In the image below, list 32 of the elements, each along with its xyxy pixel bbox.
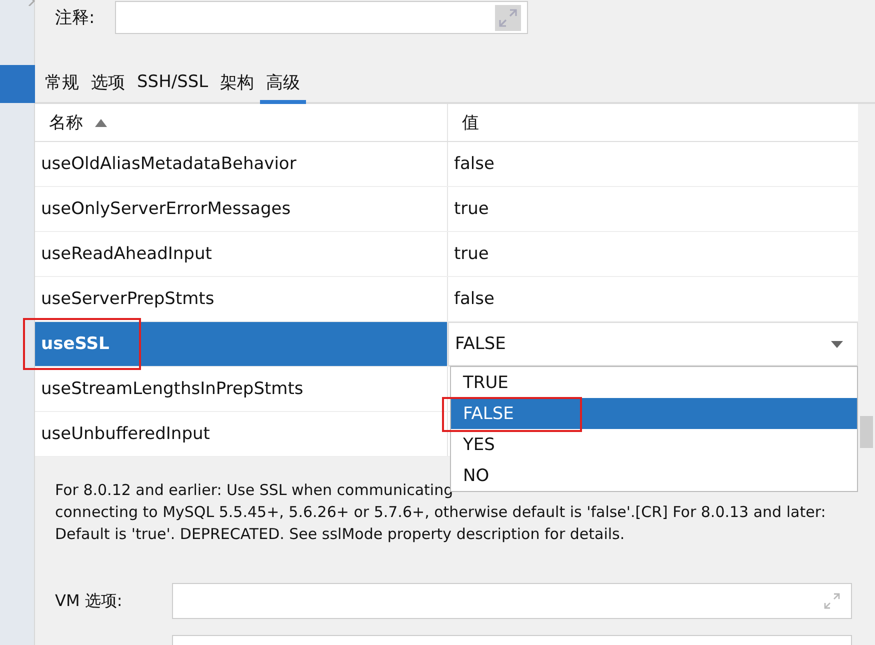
vm-options-label: VM 选项: <box>54 590 124 612</box>
property-name-cell[interactable]: useSSL <box>35 322 448 366</box>
property-name-cell[interactable]: useOldAliasMetadataBehavior <box>35 142 448 186</box>
property-name-cell[interactable]: useReadAheadInput <box>35 232 448 276</box>
property-name-cell[interactable]: useServerPrepStmts <box>35 277 448 321</box>
tab[interactable]: SSH/SSL <box>131 64 214 104</box>
vm-options-field[interactable] <box>172 583 852 619</box>
value-select[interactable]: FALSE <box>448 322 858 366</box>
dropdown-option[interactable]: TRUE <box>451 367 857 398</box>
column-header[interactable]: 名称 <box>35 104 448 141</box>
scrollbar-thumb[interactable] <box>860 416 873 448</box>
tab[interactable]: 选项 <box>85 64 131 104</box>
dropdown-arrow-icon <box>831 340 843 348</box>
tab[interactable]: 架构 <box>214 64 260 104</box>
side-item[interactable] <box>0 65 35 103</box>
expand-icon[interactable] <box>495 4 521 30</box>
expand-icon[interactable] <box>823 592 841 610</box>
property-name-cell[interactable]: useOnlyServerErrorMessages <box>35 187 448 231</box>
column-header[interactable]: 值 <box>448 104 858 141</box>
property-name-cell[interactable]: useStreamLengthsInPrepStmts <box>35 367 448 411</box>
comment-field[interactable] <box>115 1 528 34</box>
description-text: connecting to MySQL 5.5.45+, 5.6.26+ or 5.7.6+, otherwise default is 'false'.[CR] For 8.0.13 and later: <box>55 502 827 523</box>
dropdown-option[interactable]: FALSE <box>451 398 857 429</box>
comment-label: 注释: <box>54 7 96 29</box>
property-value-cell[interactable]: true <box>448 187 858 231</box>
property-name-cell[interactable]: useUnbufferedInput <box>35 412 448 456</box>
dropdown-option[interactable]: YES <box>451 429 857 460</box>
property-value-cell[interactable]: false <box>448 277 858 321</box>
tab[interactable]: 常规 <box>39 64 85 104</box>
property-value-cell[interactable]: false <box>448 142 858 186</box>
property-value-cell[interactable]: true <box>448 232 858 276</box>
description-text: Default is 'true'. DEPRECATED. See sslMode property description for details. <box>55 524 626 545</box>
